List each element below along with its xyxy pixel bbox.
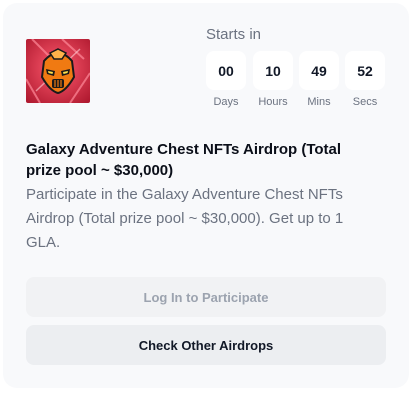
countdown-mins: 49 Mins xyxy=(299,51,339,108)
airdrop-title: Galaxy Adventure Chest NFTs Airdrop (Tot… xyxy=(26,141,342,179)
hours-value: 10 xyxy=(253,51,293,90)
countdown-heading: Starts in xyxy=(206,26,262,43)
robot-mask-icon xyxy=(26,39,90,103)
airdrop-card: Starts in 00 Days 10 Hours 49 Mins 52 Se… xyxy=(3,3,409,388)
check-other-airdrops-button[interactable]: Check Other Airdrops xyxy=(26,325,386,365)
login-to-participate-button[interactable]: Log In to Participate xyxy=(26,277,386,317)
airdrop-logo xyxy=(26,39,90,103)
secs-label: Secs xyxy=(352,96,378,108)
countdown-hours: 10 Hours xyxy=(253,51,293,108)
mins-value: 49 xyxy=(299,51,339,90)
countdown-secs: 52 Secs xyxy=(345,51,385,108)
airdrop-description: Participate in the Galaxy Adventure Ches… xyxy=(26,186,344,251)
secs-value: 52 xyxy=(345,51,385,90)
days-value: 00 xyxy=(206,51,246,90)
days-label: Days xyxy=(213,96,239,108)
hours-label: Hours xyxy=(258,96,288,108)
mins-label: Mins xyxy=(307,96,331,108)
countdown-days: 00 Days xyxy=(206,51,246,108)
